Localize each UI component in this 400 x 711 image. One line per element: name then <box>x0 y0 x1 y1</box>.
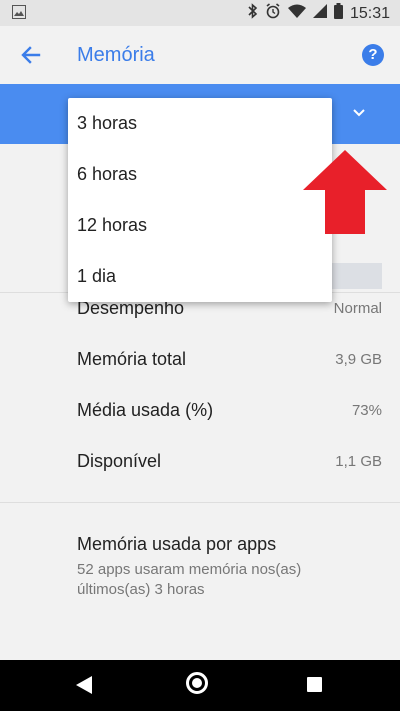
divider <box>0 502 400 503</box>
wifi-icon <box>287 4 306 23</box>
stat-value: 1,1 GB <box>335 453 382 470</box>
stat-value: Normal <box>333 300 382 317</box>
dropdown-option-6-hours[interactable]: 6 horas <box>68 149 332 200</box>
red-arrow-icon <box>303 150 387 234</box>
stat-row-average-used: Média usada (%) 73% <box>77 400 382 421</box>
stat-value: 3,9 GB <box>335 351 382 368</box>
arrow-back-icon[interactable] <box>18 42 44 68</box>
stat-value: 73% <box>351 402 382 419</box>
alarm-icon <box>265 3 281 24</box>
navigation-bar <box>0 660 400 711</box>
bluetooth-icon <box>248 3 258 24</box>
time-range-dropdown[interactable]: 3 horas 6 horas 12 horas 1 dia <box>68 98 332 302</box>
dropdown-option-1-day[interactable]: 1 dia <box>68 251 332 302</box>
nav-back-icon[interactable] <box>76 676 92 694</box>
dropdown-option-3-hours[interactable]: 3 horas <box>68 98 332 149</box>
stat-label: Memória total <box>77 349 187 369</box>
stat-label: Disponível <box>77 451 162 471</box>
stat-label: Média usada (%) <box>77 400 214 420</box>
app-bar: Memória ? <box>0 26 400 84</box>
status-time: 15:31 <box>349 4 390 22</box>
apps-memory-title[interactable]: Memória usada por apps <box>77 534 276 555</box>
status-bar: 15:31 <box>0 0 400 26</box>
page-title: Memória <box>77 44 155 66</box>
battery-icon <box>333 3 343 24</box>
stat-row-available: Disponível 1,1 GB <box>77 451 382 472</box>
nav-home-icon[interactable] <box>186 672 208 694</box>
nav-recents-icon[interactable] <box>307 677 322 692</box>
dropdown-option-12-hours[interactable]: 12 horas <box>68 200 332 251</box>
apps-memory-subtitle: 52 apps usaram memória nos(as) últimos(a… <box>77 561 302 598</box>
help-icon[interactable]: ? <box>362 44 384 66</box>
stat-row-total-memory: Memória total 3,9 GB <box>77 349 382 370</box>
signal-icon <box>312 4 327 23</box>
chevron-down-icon[interactable] <box>350 106 368 120</box>
usage-bar-fragment <box>330 263 382 289</box>
image-icon <box>12 5 26 24</box>
